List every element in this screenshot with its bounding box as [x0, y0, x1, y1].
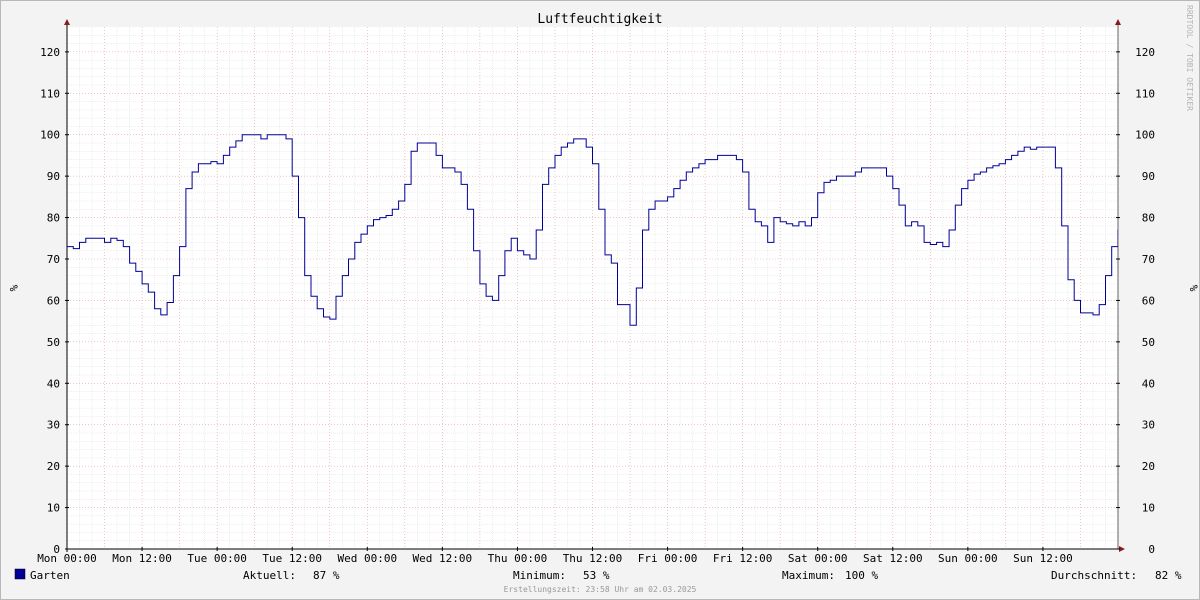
y-tick-label: 60: [1142, 294, 1155, 307]
y-tick-label: 50: [47, 336, 60, 349]
y-tick-labels-right: 0 10 20 30 40 50 60 70 80 90 100 110 120: [1135, 46, 1155, 556]
x-tick-label: Thu 00:00: [488, 552, 548, 565]
maximum-value: 100 %: [845, 569, 878, 582]
legend-swatch: [14, 568, 26, 580]
chart: 0 10 20 30 40 50 60 70 80 90 100 110 120 0 10 20 30 40 50…: [7, 5, 1200, 594]
y-tick-label: 70: [1142, 253, 1155, 266]
x-tick-label: Mon 12:00: [112, 552, 172, 565]
x-tick-label: Fri 12:00: [713, 552, 773, 565]
x-tick-label: Fri 00:00: [638, 552, 698, 565]
chart-title: Luftfeuchtigkeit: [537, 12, 662, 27]
x-tick-label: Tue 00:00: [187, 552, 247, 565]
y-tick-label: 110: [40, 87, 60, 100]
x-tick-label: Sat 12:00: [863, 552, 923, 565]
y-tick-label: 20: [47, 460, 60, 473]
y-tick-label: 10: [47, 502, 60, 515]
aktuell-label: Aktuell:: [243, 569, 296, 582]
y-tick-label: 90: [1142, 170, 1155, 183]
y-tick-label: 0: [1148, 543, 1155, 556]
y-tick-labels-left: 0102030405060708090100110120: [40, 46, 60, 556]
y-tick-label: 60: [47, 294, 60, 307]
y-tick-label: 30: [1142, 419, 1155, 432]
durchschnitt-value: 82 %: [1155, 569, 1182, 582]
y-tick-label: 80: [1142, 212, 1155, 225]
x-tick-label: Sun 00:00: [938, 552, 998, 565]
y-tick-label: 120: [1135, 46, 1155, 59]
x-tick-label: Mon 00:00: [37, 552, 97, 565]
y-tick-label: 100: [1135, 129, 1155, 142]
y-tick-label: 10: [1142, 502, 1155, 515]
minimum-value: 53 %: [583, 569, 610, 582]
y-axis-arrow-left: [64, 19, 70, 25]
durchschnitt-label: Durchschnitt:: [1051, 569, 1137, 582]
y-tick-label: 70: [47, 253, 60, 266]
watermark: RRDTOOL / TOBI OETIKER: [1185, 5, 1194, 111]
x-tick-label: Wed 12:00: [413, 552, 473, 565]
y-tick-label: 30: [47, 419, 60, 432]
x-tick-label: Tue 12:00: [262, 552, 322, 565]
x-tick-label: Sun 12:00: [1013, 552, 1073, 565]
y-tick-label: 50: [1142, 336, 1155, 349]
y-tick-label: 80: [47, 212, 60, 225]
y-tick-label: 20: [1142, 460, 1155, 473]
x-tick-label: Sat 00:00: [788, 552, 848, 565]
y-axis-label-left: %: [7, 285, 20, 292]
y-tick-label: 40: [47, 377, 60, 390]
y-tick-label: 110: [1135, 87, 1155, 100]
maximum-label: Maximum:: [782, 569, 835, 582]
x-tick-labels: Mon 00:00 Mon 12:00 Tue 00:00 Tue 12:00 Wed …: [37, 552, 1073, 565]
minimum-label: Minimum:: [513, 569, 566, 582]
x-tick-label: Thu 12:00: [563, 552, 623, 565]
x-tick-label: Wed 00:00: [337, 552, 397, 565]
legend: Garten Aktuell: 87 % Minimum: 53 % Maxim…: [14, 568, 1182, 582]
y-tick-label: 100: [40, 129, 60, 142]
y-axis-label-right: %: [1187, 285, 1200, 292]
aktuell-value: 87 %: [313, 569, 340, 582]
y-tick-label: 120: [40, 46, 60, 59]
creation-time: Erstellungszeit: 23:58 Uhr am 02.03.2025: [504, 585, 697, 594]
legend-series-name: Garten: [30, 569, 70, 582]
y-axis-arrow-right: [1115, 19, 1121, 25]
y-tick-label: 90: [47, 170, 60, 183]
y-tick-label: 40: [1142, 377, 1155, 390]
